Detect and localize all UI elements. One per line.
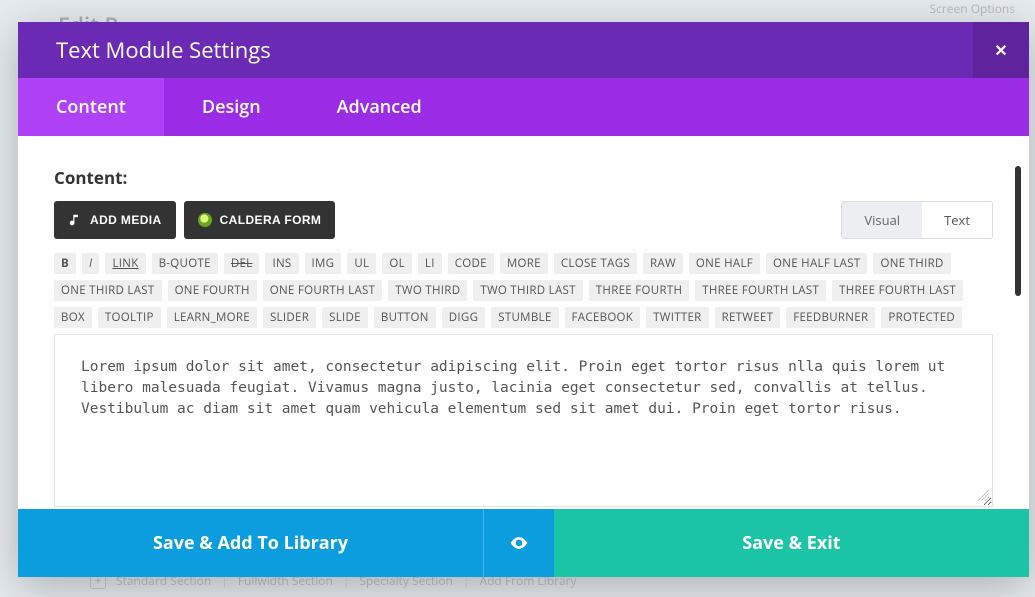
- quicktag-button[interactable]: BUTTON: [374, 307, 436, 328]
- editor-mode-tabs: Visual Text: [841, 201, 993, 239]
- mode-text[interactable]: Text: [922, 202, 992, 238]
- quicktag-one-fourth-last[interactable]: ONE FOURTH LAST: [263, 280, 383, 301]
- quicktag-one-fourth[interactable]: ONE FOURTH: [168, 280, 257, 301]
- media-toolbar: ADD MEDIA CALDERA FORM Visual Text: [54, 201, 993, 239]
- modal-footer: Save & Add To Library Save & Exit: [18, 509, 1029, 577]
- quicktag-one-third-last[interactable]: ONE THIRD LAST: [54, 280, 162, 301]
- quicktag-two-third[interactable]: TWO THIRD: [388, 280, 467, 301]
- quicktag-two-third-last[interactable]: TWO THIRD LAST: [473, 280, 582, 301]
- quicktag-ul[interactable]: UL: [347, 253, 376, 274]
- modal-title: Text Module Settings: [56, 35, 271, 65]
- quicktag-tooltip[interactable]: TOOLTIP: [98, 307, 161, 328]
- editor-wrap: Lorem ipsum dolor sit amet, consectetur …: [54, 335, 993, 507]
- quicktag-digg[interactable]: DIGG: [442, 307, 485, 328]
- quicktag-ol[interactable]: OL: [382, 253, 412, 274]
- quicktag-more[interactable]: MORE: [500, 253, 548, 274]
- quicktag-three-fourth-last[interactable]: THREE FOURTH LAST: [695, 280, 826, 301]
- tab-advanced[interactable]: Advanced: [299, 78, 460, 136]
- quicktag-li[interactable]: LI: [418, 253, 442, 274]
- bg-screen-options: Screen Options: [930, 0, 1015, 17]
- close-button[interactable]: ✕: [973, 22, 1029, 78]
- quicktag-i[interactable]: I: [82, 253, 99, 274]
- quicktag-slide[interactable]: SLIDE: [322, 307, 368, 328]
- save-add-library-button[interactable]: Save & Add To Library: [18, 509, 483, 577]
- quicktag-stumble[interactable]: STUMBLE: [491, 307, 558, 328]
- quicktag-close-tags[interactable]: CLOSE TAGS: [554, 253, 637, 274]
- music-note-icon: [68, 213, 82, 227]
- quicktag-three-fourth-last[interactable]: THREE FOURTH LAST: [832, 280, 963, 301]
- close-icon: ✕: [994, 39, 1007, 61]
- add-media-label: ADD MEDIA: [90, 213, 162, 227]
- scrollbar-thumb[interactable]: [1015, 166, 1021, 296]
- eye-icon: [509, 533, 529, 553]
- caldera-form-button[interactable]: CALDERA FORM: [184, 201, 336, 239]
- quicktag-b[interactable]: B: [54, 253, 76, 274]
- quicktag-three-fourth[interactable]: THREE FOURTH: [589, 280, 689, 301]
- quicktag-one-third[interactable]: ONE THIRD: [873, 253, 950, 274]
- modal-header: Text Module Settings ✕: [18, 22, 1029, 78]
- settings-modal: Text Module Settings ✕ Content Design Ad…: [18, 22, 1029, 577]
- quicktag-toolbar: BI LINK B-QUOTE DELINS IMGUL OL LI CODE MORE CLOS…: [54, 249, 993, 335]
- caldera-form-label: CALDERA FORM: [220, 213, 322, 227]
- quicktag-ins[interactable]: INS: [265, 253, 298, 274]
- tab-design[interactable]: Design: [164, 78, 299, 136]
- quicktag-retweet[interactable]: RETWEET: [715, 307, 781, 328]
- quicktag-raw[interactable]: RAW: [643, 253, 683, 274]
- quicktag-box[interactable]: BOX: [54, 307, 92, 328]
- quicktag-facebook[interactable]: FACEBOOK: [565, 307, 641, 328]
- add-media-button[interactable]: ADD MEDIA: [54, 201, 176, 239]
- quicktag-one-half-last[interactable]: ONE HALF LAST: [766, 253, 867, 274]
- preview-button[interactable]: [483, 509, 554, 577]
- caldera-icon: [198, 213, 212, 227]
- quicktag-learn-more[interactable]: LEARN_MORE: [167, 307, 257, 328]
- settings-tabs: Content Design Advanced: [18, 78, 1029, 136]
- content-editor[interactable]: Lorem ipsum dolor sit amet, consectetur …: [54, 335, 993, 507]
- quicktag-protected[interactable]: PROTECTED: [881, 307, 962, 328]
- quicktag-slider[interactable]: SLIDER: [263, 307, 316, 328]
- quicktag-b-quote[interactable]: B-QUOTE: [152, 253, 218, 274]
- modal-body: Content: ADD MEDIA CALDERA FORM Visual T…: [18, 136, 1029, 509]
- content-field-label: Content:: [54, 166, 993, 189]
- quicktag-img[interactable]: IMG: [305, 253, 342, 274]
- quicktag-del[interactable]: DEL: [224, 253, 260, 274]
- quicktag-one-half[interactable]: ONE HALF: [689, 253, 760, 274]
- save-exit-button[interactable]: Save & Exit: [554, 509, 1029, 577]
- quicktag-code[interactable]: CODE: [448, 253, 494, 274]
- tab-content[interactable]: Content: [18, 78, 164, 136]
- quicktag-feedburner[interactable]: FEEDBURNER: [786, 307, 875, 328]
- mode-visual[interactable]: Visual: [842, 202, 922, 238]
- quicktag-link[interactable]: LINK: [105, 253, 145, 274]
- quicktag-twitter[interactable]: TWITTER: [646, 307, 708, 328]
